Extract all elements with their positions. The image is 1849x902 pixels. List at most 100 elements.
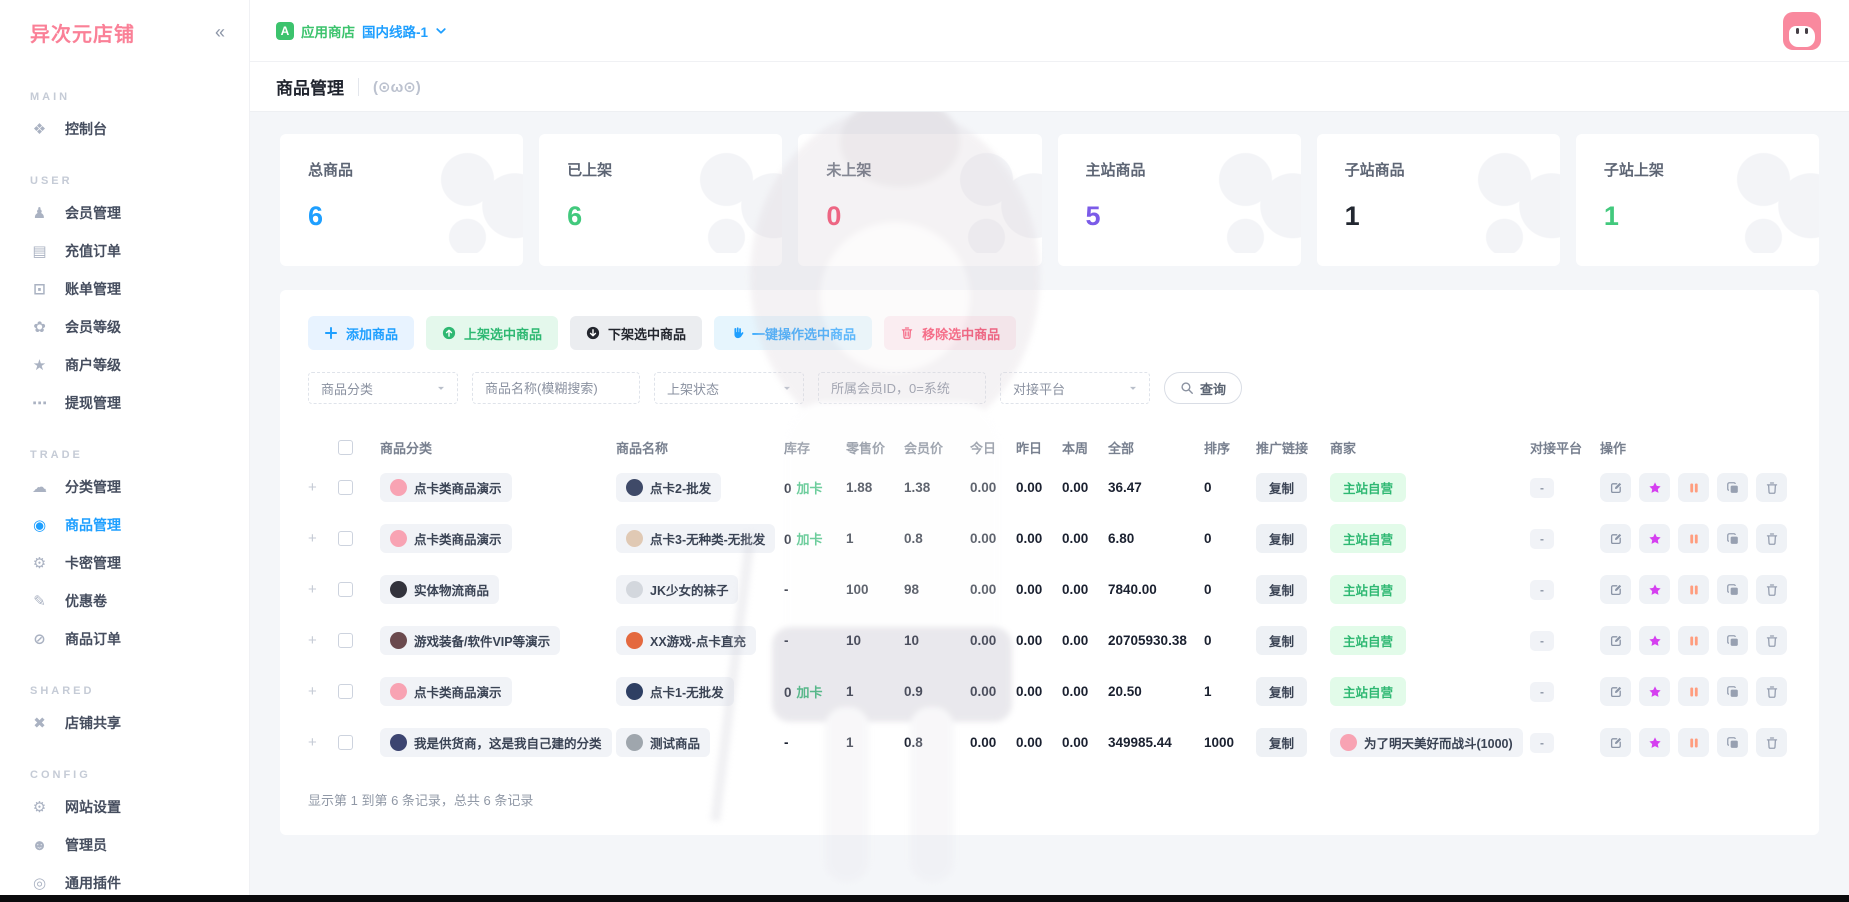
stat-label: 总商品 — [308, 159, 495, 180]
favorite-button[interactable] — [1639, 626, 1670, 655]
row-actions — [1600, 524, 1791, 553]
row-checkbox[interactable] — [338, 531, 353, 546]
row-expander[interactable]: + — [308, 479, 338, 496]
store-line-selector[interactable]: A 应用商店 国内线路-1 — [276, 21, 447, 41]
sidebar-item-withdrawal-management[interactable]: ⋯提现管理 — [0, 384, 249, 422]
row-expander[interactable]: + — [308, 734, 338, 751]
add-cards-link[interactable]: 加卡 — [797, 532, 823, 547]
copy-button[interactable] — [1717, 677, 1748, 706]
favorite-button[interactable] — [1639, 473, 1670, 502]
edit-button[interactable] — [1600, 728, 1631, 757]
sidebar-item-bill-management[interactable]: ⊡账单管理 — [0, 270, 249, 308]
batch-operate-selected-button[interactable]: 一键操作选中商品 — [714, 316, 872, 350]
edit-button[interactable] — [1600, 575, 1631, 604]
delete-button[interactable] — [1756, 575, 1787, 604]
member-id-filter-input[interactable] — [818, 372, 986, 404]
copy-button[interactable] — [1717, 575, 1748, 604]
sidebar-collapse-icon[interactable]: « — [215, 22, 225, 43]
remove-selected-button[interactable]: 移除选中商品 — [884, 316, 1016, 350]
platform-badge: - — [1530, 529, 1554, 549]
row-checkbox[interactable] — [338, 480, 353, 495]
platform-cell: - — [1530, 631, 1600, 651]
row-checkbox[interactable] — [338, 684, 353, 699]
platform-filter-select[interactable]: 对接平台 — [1000, 372, 1150, 404]
member-price-cell: 10 — [904, 633, 970, 648]
user-avatar[interactable] — [1783, 12, 1821, 50]
delete-button[interactable] — [1756, 677, 1787, 706]
add-cards-link[interactable]: 加卡 — [797, 481, 823, 496]
edit-button[interactable] — [1600, 626, 1631, 655]
edit-button[interactable] — [1600, 524, 1631, 553]
product-name-filter-input[interactable] — [472, 372, 640, 404]
copy-icon — [1726, 532, 1740, 546]
copy-link-button[interactable]: 复制 — [1256, 473, 1307, 502]
copy-button[interactable] — [1717, 728, 1748, 757]
copy-link-button[interactable]: 复制 — [1256, 728, 1307, 757]
retail-price-cell: 1 — [846, 684, 904, 699]
sidebar-item-member-levels[interactable]: ✿会员等级 — [0, 308, 249, 346]
pause-button[interactable] — [1678, 728, 1709, 757]
list-selected-button[interactable]: 上架选中商品 — [426, 316, 558, 350]
delete-button[interactable] — [1756, 626, 1787, 655]
pause-button[interactable] — [1678, 575, 1709, 604]
favorite-icon — [1648, 685, 1662, 699]
favorite-button[interactable] — [1639, 575, 1670, 604]
copy-link-button[interactable]: 复制 — [1256, 575, 1307, 604]
sidebar-item-category-management[interactable]: ☁分类管理 — [0, 468, 249, 506]
sidebar-item-coupons[interactable]: ✎优惠卷 — [0, 582, 249, 620]
search-button[interactable]: 查询 — [1164, 372, 1242, 404]
copy-link-button[interactable]: 复制 — [1256, 677, 1307, 706]
row-expander[interactable]: + — [308, 581, 338, 598]
copy-link-button[interactable]: 复制 — [1256, 524, 1307, 553]
edit-button[interactable] — [1600, 473, 1631, 502]
pause-icon — [1687, 634, 1701, 648]
copy-button[interactable] — [1717, 626, 1748, 655]
row-checkbox[interactable] — [338, 633, 353, 648]
row-expander[interactable]: + — [308, 530, 338, 547]
category-filter-select[interactable]: 商品分类 — [308, 372, 458, 404]
sidebar-item-card-key-management[interactable]: ⚙卡密管理 — [0, 544, 249, 582]
yesterday-sales-cell: 0.00 — [1016, 684, 1062, 699]
sidebar-item-shop-sharing[interactable]: ✖店铺共享 — [0, 704, 249, 742]
favorite-button[interactable] — [1639, 524, 1670, 553]
delete-button[interactable] — [1756, 524, 1787, 553]
row-expander[interactable]: + — [308, 683, 338, 700]
sidebar-item-product-management[interactable]: ◉商品管理 — [0, 506, 249, 544]
status-filter-select[interactable]: 上架状态 — [654, 372, 804, 404]
favorite-button[interactable] — [1639, 677, 1670, 706]
copy-link-button[interactable]: 复制 — [1256, 626, 1307, 655]
sidebar-item-recharge-orders[interactable]: ▤充值订单 — [0, 232, 249, 270]
sidebar-item-site-settings[interactable]: ⚙网站设置 — [0, 788, 249, 826]
pause-button[interactable] — [1678, 626, 1709, 655]
button-label: 一键操作选中商品 — [752, 324, 856, 343]
shop-sharing-icon: ✖ — [30, 714, 49, 732]
sidebar-item-merchant-levels[interactable]: ★商户等级 — [0, 346, 249, 384]
line-name: 国内线路-1 — [362, 21, 428, 41]
promo-link-cell: 复制 — [1256, 524, 1330, 553]
pause-button[interactable] — [1678, 473, 1709, 502]
sidebar-item-general-plugins[interactable]: ◎通用插件 — [0, 864, 249, 895]
row-checkbox[interactable] — [338, 735, 353, 750]
row-expander[interactable]: + — [308, 632, 338, 649]
sidebar-item-member-management[interactable]: ♟会员管理 — [0, 194, 249, 232]
favorite-button[interactable] — [1639, 728, 1670, 757]
copy-button[interactable] — [1717, 473, 1748, 502]
edit-button[interactable] — [1600, 677, 1631, 706]
pause-button[interactable] — [1678, 677, 1709, 706]
copy-button[interactable] — [1717, 524, 1748, 553]
pause-button[interactable] — [1678, 524, 1709, 553]
add-product-button[interactable]: 添加商品 — [308, 316, 414, 350]
row-checkbox[interactable] — [338, 582, 353, 597]
sidebar-item-administrators[interactable]: ☻管理员 — [0, 826, 249, 864]
bottom-bar — [0, 895, 1849, 902]
sidebar-item-label: 控制台 — [65, 119, 107, 139]
sidebar-item-console[interactable]: ❖控制台 — [0, 110, 249, 148]
delete-button[interactable] — [1756, 728, 1787, 757]
select-all-checkbox[interactable] — [338, 440, 353, 455]
app-logo: 异次元店铺 — [30, 18, 135, 47]
sidebar-item-product-orders[interactable]: ⊘商品订单 — [0, 620, 249, 658]
delist-selected-button[interactable]: 下架选中商品 — [570, 316, 702, 350]
delete-button[interactable] — [1756, 473, 1787, 502]
retail-price-cell: 10 — [846, 633, 904, 648]
add-cards-link[interactable]: 加卡 — [797, 685, 823, 700]
